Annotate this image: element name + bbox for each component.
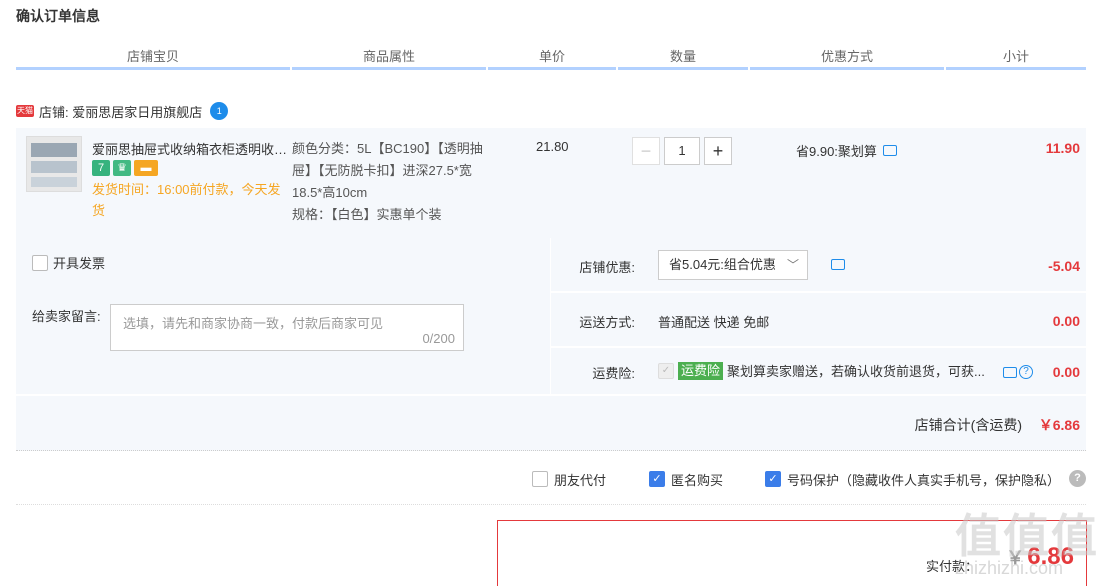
message-textarea[interactable]: 选填，请先和商家协商一致，付款后商家可见 0/200	[110, 304, 464, 351]
order-options-right: 店铺优惠: 省5.04元:组合优惠 ﹀ -5.04 运送方式: 普通配送 快递 …	[551, 238, 1086, 394]
help-icon[interactable]: ?	[1069, 470, 1086, 487]
watermark-logo: 值值值 zhizhizhi.com	[955, 500, 1105, 586]
anonymous-label: 匿名购买	[671, 472, 724, 488]
order-options-left: 开具发票 给卖家留言: 选填，请先和商家协商一致，付款后商家可见 0/200	[16, 238, 550, 394]
insurance-text: 聚划算卖家赠送，若确认收货前退货，可获...	[727, 364, 985, 379]
friend-pay-checkbox[interactable]	[532, 471, 548, 487]
qty-input[interactable]: 1	[664, 137, 700, 165]
message-placeholder: 选填，请先和商家协商一致，付款后商家可见	[123, 316, 384, 331]
order-item: 爱丽思抽屉式收纳箱衣柜透明收纳箱 7 ♛ ▬ 发货时间：16:00前付款，今天发…	[16, 128, 1086, 238]
guarantee-icon: ♛	[113, 160, 131, 176]
insurance-info: ✓ 运费险 聚划算卖家赠送，若确认收货前退货，可获...	[658, 361, 985, 380]
comment-icon[interactable]	[1003, 366, 1017, 378]
divider	[16, 504, 1086, 505]
qty-increase-button[interactable]: +	[704, 137, 732, 165]
item-subtotal: 11.90	[1045, 140, 1080, 156]
shop-discount-amount: -5.04	[1048, 258, 1080, 274]
attr-spec: 规格：【白色】实惠单个装	[292, 207, 442, 222]
col-shop-item: 店铺宝贝	[16, 46, 290, 70]
number-protect-label: 号码保护（隐藏收件人真实手机号，保护隐私）	[787, 472, 1061, 488]
col-quantity: 数量	[618, 46, 748, 70]
friend-pay-label: 朋友代付	[554, 472, 607, 488]
number-protect-option[interactable]: ✓ 号码保护（隐藏收件人真实手机号，保护隐私）	[765, 468, 1060, 490]
seven-day-return-icon: 7	[92, 160, 110, 176]
quantity-stepper: − 1 +	[632, 137, 732, 165]
col-discount: 优惠方式	[750, 46, 944, 70]
shop-discount-select[interactable]: 省5.04元:组合优惠 ﹀	[658, 250, 808, 280]
shop-total-row: 店铺合计(含运费) ￥6.86	[16, 396, 1086, 451]
shop-discount-value: 省5.04元:组合优惠	[669, 257, 776, 272]
product-badges: 7 ♛ ▬	[92, 160, 158, 176]
invoice-label: 开具发票	[53, 256, 106, 271]
shipping-amount: 0.00	[1052, 313, 1080, 329]
shop-discount-label: 店铺优惠:	[579, 260, 635, 275]
product-attributes: 颜色分类：5L【BC190】【透明抽屉】【无防脱卡扣】进深27.5*宽18.5*…	[292, 138, 492, 226]
qty-decrease-button[interactable]: −	[632, 137, 660, 165]
shipping-label: 运送方式:	[579, 315, 635, 330]
shop-total-label: 店铺合计(含运费)	[914, 417, 1022, 433]
col-subtotal: 小计	[946, 46, 1086, 70]
promo-text: 省9.90:聚划算	[796, 144, 877, 159]
friend-pay-option[interactable]: 朋友代付	[532, 468, 606, 490]
page-title: 确认订单信息	[16, 8, 100, 24]
product-thumbnail[interactable]	[26, 136, 82, 192]
attr-color: 颜色分类：5L【BC190】【透明抽屉】【无防脱卡扣】进深27.5*宽18.5*…	[292, 141, 483, 200]
ship-time: 发货时间：16:00前付款，今天发货	[92, 182, 281, 218]
tmall-icon: 天猫	[16, 105, 34, 117]
watermark-text: zhizhizhi.com	[955, 558, 1064, 578]
message-label: 给卖家留言:	[32, 309, 101, 324]
promo: 省9.90:聚划算	[796, 141, 897, 160]
shop-row: 天猫 店铺: 爱丽思居家日用旗舰店 1	[16, 100, 229, 122]
anonymous-option[interactable]: ✓ 匿名购买	[649, 468, 723, 490]
shop-discount-row: 店铺优惠: 省5.04元:组合优惠 ﹀ -5.04	[551, 238, 1086, 292]
watermark-glyphs: 值值值	[955, 510, 1099, 562]
question-icon[interactable]: ?	[1019, 365, 1033, 379]
insurance-label: 运费险:	[592, 366, 635, 381]
insurance-badge: 运费险	[678, 361, 724, 380]
shop-name[interactable]: 店铺: 爱丽思居家日用旗舰店	[39, 102, 202, 121]
number-protect-checkbox[interactable]: ✓	[765, 471, 781, 487]
comment-icon[interactable]	[882, 145, 897, 156]
shop-total-value: ￥6.86	[1038, 417, 1080, 433]
invoice-option[interactable]: 开具发票	[32, 253, 105, 272]
shipping-row: 运送方式: 普通配送 快递 免邮 0.00	[551, 293, 1086, 347]
product-title[interactable]: 爱丽思抽屉式收纳箱衣柜透明收纳箱	[92, 139, 288, 158]
unit-price: 21.80	[536, 139, 569, 154]
insurance-amount: 0.00	[1052, 364, 1080, 380]
column-header: 店铺宝贝 商品属性 单价 数量 优惠方式 小计	[16, 46, 1086, 70]
col-attributes: 商品属性	[292, 46, 486, 70]
shipping-value: 普通配送 快递 免邮	[658, 315, 770, 330]
insurance-checkbox: ✓	[658, 362, 674, 379]
anonymous-checkbox[interactable]: ✓	[649, 471, 665, 487]
wangwang-chat-icon[interactable]: 1	[210, 102, 229, 120]
chevron-down-icon: ﹀	[786, 258, 799, 272]
col-price: 单价	[488, 46, 616, 70]
insurance-row: 运费险: ✓ 运费险 聚划算卖家赠送，若确认收货前退货，可获... ? 0.00	[551, 348, 1086, 394]
invoice-checkbox[interactable]	[32, 254, 48, 271]
message-count: 0/200	[422, 331, 455, 346]
comment-icon[interactable]	[831, 259, 845, 270]
insurance-help: ?	[1003, 365, 1033, 379]
card-payment-icon: ▬	[134, 160, 158, 176]
